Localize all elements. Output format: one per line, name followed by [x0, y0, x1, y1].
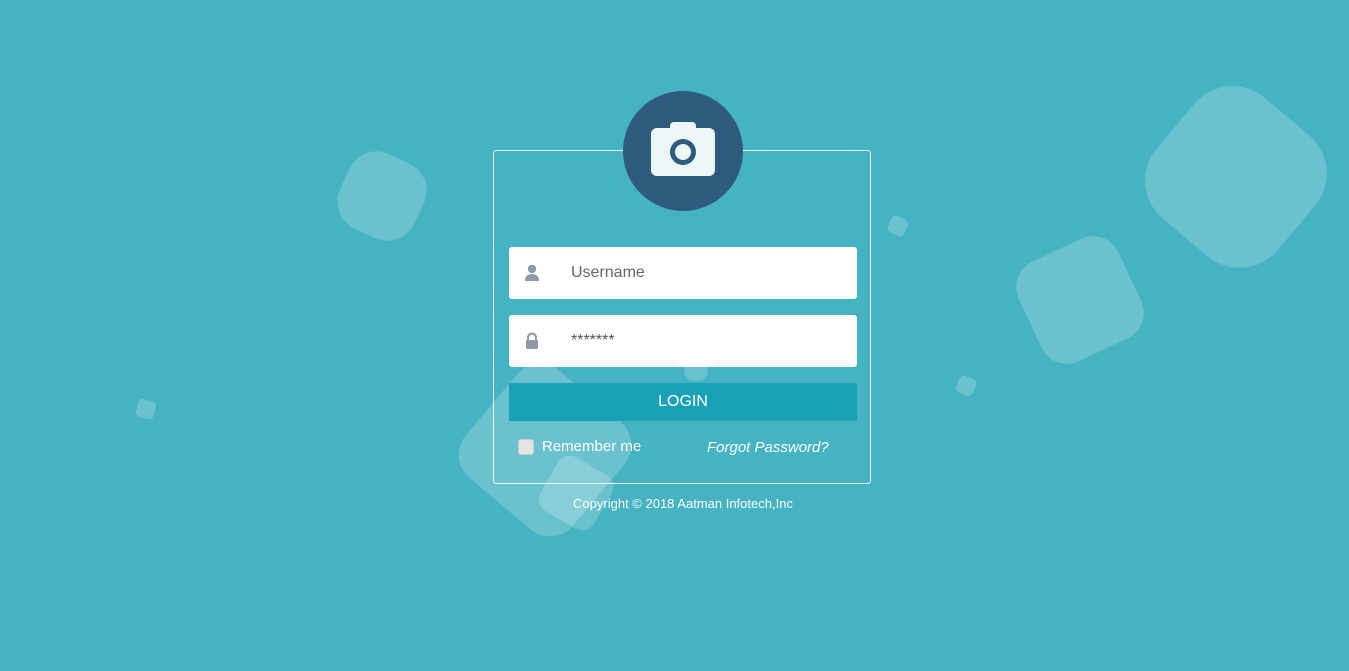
logo-circle — [623, 91, 743, 211]
background-shape — [1124, 65, 1348, 289]
camera-icon — [650, 120, 716, 183]
user-icon — [509, 264, 555, 282]
copyright-text: Copyright © 2018 Aatman Infotech,Inc — [573, 496, 793, 511]
login-button[interactable]: LOGIN — [509, 383, 857, 421]
password-input[interactable] — [569, 331, 853, 351]
background-shape — [327, 141, 437, 251]
background-shape — [134, 397, 158, 421]
username-field[interactable] — [509, 247, 857, 299]
password-field[interactable] — [509, 315, 857, 367]
lock-icon — [509, 332, 555, 350]
remember-checkbox[interactable] — [518, 438, 534, 455]
background-shape — [954, 374, 978, 398]
remember-label: Remember me — [542, 438, 642, 455]
forgot-password-link[interactable]: Forgot Password? — [707, 439, 829, 456]
background-shape — [886, 214, 910, 238]
username-input[interactable] — [569, 263, 853, 283]
background-shape — [1006, 226, 1154, 374]
remember-me[interactable]: Remember me — [518, 438, 641, 455]
